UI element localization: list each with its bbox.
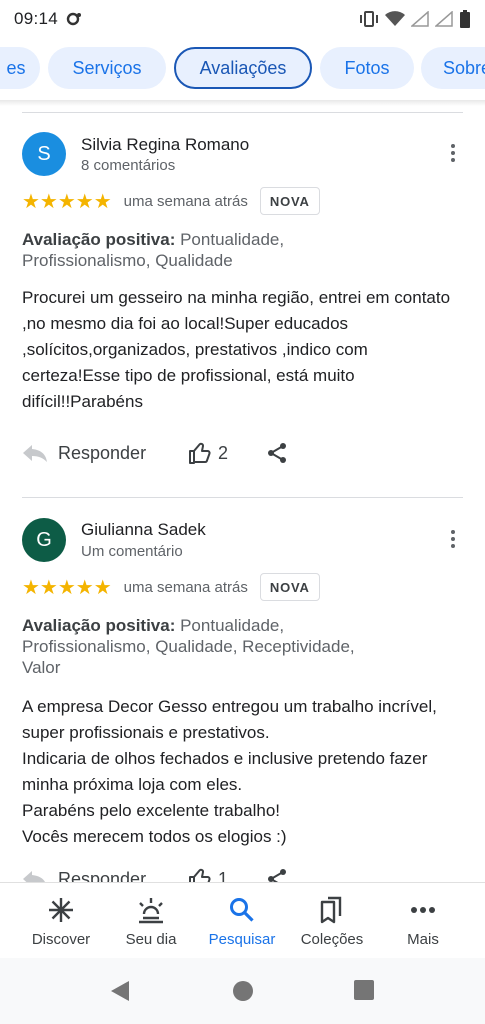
wifi-icon xyxy=(385,11,405,26)
bookmarks-icon xyxy=(320,896,342,924)
tab-label: Fotos xyxy=(344,57,390,78)
author-review-count: 8 comentários xyxy=(81,157,176,174)
thumbs-up-icon xyxy=(189,868,211,882)
attributes-label: Avaliação positiva: xyxy=(22,230,176,249)
status-bar: 09:14 xyxy=(0,0,485,38)
tab-bar: es Serviços Avaliações Fotos Sobre xyxy=(0,44,485,94)
avatar-initial: G xyxy=(36,528,52,551)
reply-button[interactable]: Responder xyxy=(22,443,146,464)
tab-servicos[interactable]: Serviços xyxy=(48,47,166,89)
signal-2-icon xyxy=(435,11,453,27)
recents-icon[interactable] xyxy=(354,980,374,1000)
star-rating: ★★★★★ xyxy=(22,576,112,599)
review-text: Procurei um gesseiro na minha região, en… xyxy=(22,288,451,411)
author-review-count: Um comentário xyxy=(81,543,183,560)
more-options-button[interactable] xyxy=(444,141,462,165)
reviews-list[interactable]: S Silvia Regina Romano 8 comentários ★★★… xyxy=(0,106,485,882)
like-count: 2 xyxy=(218,442,229,463)
nav-seu-dia[interactable]: Seu dia xyxy=(108,895,194,948)
signal-icon xyxy=(411,11,429,27)
reply-label: Responder xyxy=(58,868,147,883)
tab-label: Sobre xyxy=(443,57,485,78)
author-name[interactable]: Silvia Regina Romano xyxy=(81,135,249,155)
tab-label: Serviços xyxy=(72,57,142,78)
tab-label: Avaliações xyxy=(199,57,287,78)
back-icon[interactable] xyxy=(110,980,130,1002)
nav-discover[interactable]: Discover xyxy=(18,895,104,948)
reply-icon xyxy=(23,445,47,462)
system-navigation-bar xyxy=(0,958,485,1024)
new-badge: NOVA xyxy=(259,573,320,601)
battery-icon xyxy=(460,10,470,28)
vibrate-icon xyxy=(360,11,378,27)
review-time: uma semana atrás xyxy=(123,578,248,596)
nav-pesquisar[interactable]: Pesquisar xyxy=(199,895,285,948)
avatar[interactable]: G xyxy=(22,518,66,562)
reply-icon xyxy=(23,871,45,882)
positive-attributes: Avaliação positiva: Pontualidade, Profis… xyxy=(22,229,442,271)
nav-mais[interactable]: Mais xyxy=(380,895,466,948)
reply-button[interactable]: Responder xyxy=(22,868,147,883)
tab-label: es xyxy=(6,57,26,78)
share-icon[interactable] xyxy=(267,868,287,882)
review-time: uma semana atrás xyxy=(123,192,248,210)
positive-attributes: Avaliação positiva: Pontualidade, Profis… xyxy=(22,615,442,678)
like-button[interactable]: 1 xyxy=(188,868,228,882)
review-actions: Responder 1 xyxy=(22,864,322,882)
nav-label: Pesquisar xyxy=(208,931,276,948)
rating-row: ★★★★★ uma semana atrás NOVA xyxy=(22,187,320,215)
review-actions: Responder 2 xyxy=(22,438,322,468)
sunrise-icon xyxy=(139,898,163,924)
review-text: A empresa Decor Gesso entregou um trabal… xyxy=(22,697,437,846)
thumbs-up-icon xyxy=(189,442,211,464)
search-icon xyxy=(230,898,254,922)
star-rating: ★★★★★ xyxy=(22,190,112,213)
asterisk-icon xyxy=(49,898,73,922)
share-icon[interactable] xyxy=(267,442,287,464)
bottom-navigation: Discover Seu dia Pesquisar Coleções Mais xyxy=(0,882,485,958)
divider xyxy=(22,112,463,113)
home-icon[interactable] xyxy=(232,980,254,1002)
like-button[interactable]: 2 xyxy=(188,442,228,464)
tab-previous[interactable]: es xyxy=(0,47,40,89)
nav-label: Mais xyxy=(407,931,439,948)
reply-label: Responder xyxy=(58,442,147,463)
status-time: 09:14 xyxy=(14,9,59,28)
rating-row: ★★★★★ uma semana atrás NOVA xyxy=(22,573,320,601)
more-horizontal-icon xyxy=(411,907,435,913)
tab-fotos[interactable]: Fotos xyxy=(320,47,414,89)
notification-icon xyxy=(66,12,82,26)
nav-label: Coleções xyxy=(300,931,364,948)
nav-label: Seu dia xyxy=(125,931,177,948)
nav-colecoes[interactable]: Coleções xyxy=(289,895,375,948)
attributes-label: Avaliação positiva: xyxy=(22,616,176,635)
avatar[interactable]: S xyxy=(22,132,66,176)
more-options-button[interactable] xyxy=(444,527,462,551)
tab-avaliacoes[interactable]: Avaliações xyxy=(174,47,312,89)
new-badge: NOVA xyxy=(259,187,320,215)
author-name[interactable]: Giulianna Sadek xyxy=(81,520,206,540)
tab-sobre[interactable]: Sobre xyxy=(421,47,485,89)
nav-label: Discover xyxy=(31,931,91,948)
avatar-initial: S xyxy=(37,142,51,165)
like-count: 1 xyxy=(218,868,229,883)
divider xyxy=(22,497,463,498)
